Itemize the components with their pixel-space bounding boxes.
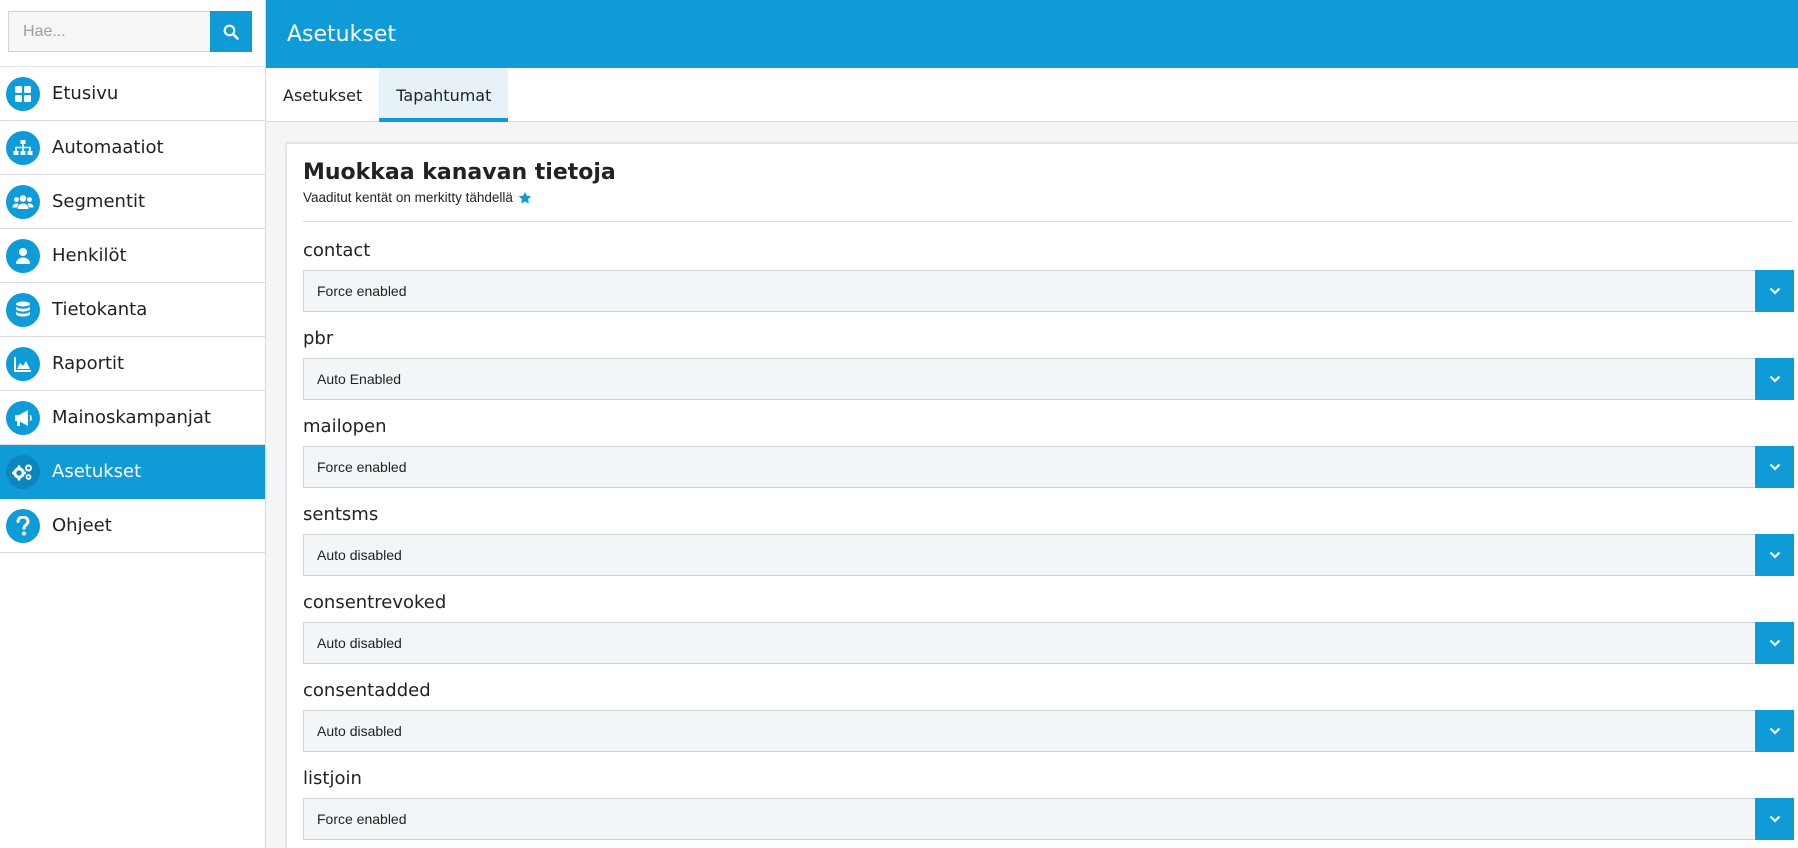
sidebar-item-label: Tietokanta xyxy=(52,299,148,320)
sidebar-item-asetukset[interactable]: Asetukset xyxy=(0,445,265,499)
select-value: Auto disabled xyxy=(317,547,402,563)
sidebar-item-henkilot[interactable]: Henkilöt xyxy=(0,229,265,283)
chevron-down-icon[interactable] xyxy=(1755,798,1794,840)
consentadded-select[interactable]: Auto disabled xyxy=(303,710,1794,752)
search-input[interactable] xyxy=(8,11,210,52)
chevron-down-icon[interactable] xyxy=(1755,622,1794,664)
sidebar-item-tietokanta[interactable]: Tietokanta xyxy=(0,283,265,337)
tab-asetukset[interactable]: Asetukset xyxy=(266,68,379,122)
sidebar-item-label: Mainoskampanjat xyxy=(52,407,211,428)
edit-channel-card: Muokkaa kanavan tietoja Vaaditut kentät … xyxy=(286,143,1798,848)
required-fields-note: Vaaditut kentät on merkitty tähdellä xyxy=(303,190,513,205)
field-label: pbr xyxy=(303,328,334,349)
sidebar-item-automaatiot[interactable]: Automaatiot xyxy=(0,121,265,175)
area-chart-icon xyxy=(6,346,40,381)
select-value: Auto disabled xyxy=(317,635,402,651)
users-icon xyxy=(6,184,40,219)
field-label: consentadded xyxy=(303,680,431,701)
chevron-down-icon[interactable] xyxy=(1755,270,1794,312)
dashboard-icon xyxy=(6,76,40,111)
form-subtitle: Vaaditut kentät on merkitty tähdellä xyxy=(303,190,1798,205)
select-value: Force enabled xyxy=(317,459,407,475)
select-value: Force enabled xyxy=(317,283,407,299)
tab-bar: Asetukset Tapahtumat xyxy=(266,68,1798,122)
search-icon xyxy=(223,24,239,40)
select-value: Auto disabled xyxy=(317,723,402,739)
database-icon xyxy=(6,292,40,327)
page-header: Asetukset xyxy=(266,0,1798,68)
chevron-down-icon[interactable] xyxy=(1755,534,1794,576)
main-content: Muokkaa kanavan tietoja Vaaditut kentät … xyxy=(266,122,1798,848)
sidebar-item-label: Raportit xyxy=(52,353,125,374)
sidebar-item-label: Asetukset xyxy=(52,461,142,482)
consentrevoked-select[interactable]: Auto disabled xyxy=(303,622,1794,664)
field-label: listjoin xyxy=(303,768,362,789)
sentsms-select[interactable]: Auto disabled xyxy=(303,534,1794,576)
tab-tapahtumat[interactable]: Tapahtumat xyxy=(379,68,509,122)
chevron-down-icon[interactable] xyxy=(1755,446,1794,488)
page-title: Asetukset xyxy=(287,21,396,47)
user-icon xyxy=(6,238,40,273)
chevron-down-icon[interactable] xyxy=(1755,710,1794,752)
field-label: contact xyxy=(303,240,371,261)
listjoin-select[interactable]: Force enabled xyxy=(303,798,1794,840)
form-title: Muokkaa kanavan tietoja xyxy=(303,160,616,185)
field-label: sentsms xyxy=(303,504,379,525)
megaphone-icon xyxy=(6,400,40,435)
sidebar-item-segmentit[interactable]: Segmentit xyxy=(0,175,265,229)
sidebar-item-label: Etusivu xyxy=(52,83,119,104)
sidebar-item-label: Henkilöt xyxy=(52,245,127,266)
sidebar-item-label: Automaatiot xyxy=(52,137,164,158)
field-label: consentrevoked xyxy=(303,592,447,613)
sidebar: Etusivu Automaatiot Segmentit Henkilöt T… xyxy=(0,0,266,848)
sidebar-item-label: Segmentit xyxy=(52,191,146,212)
field-consentadded: consentadded Auto disabled xyxy=(303,680,1798,752)
chevron-down-icon[interactable] xyxy=(1755,358,1794,400)
star-icon xyxy=(518,191,531,203)
sidebar-item-mainoskampanjat[interactable]: Mainoskampanjat xyxy=(0,391,265,445)
sidebar-item-label: Ohjeet xyxy=(52,515,112,536)
question-icon xyxy=(6,508,40,543)
field-label: mailopen xyxy=(303,416,387,437)
select-value: Force enabled xyxy=(317,811,407,827)
field-mailopen: mailopen Force enabled xyxy=(303,416,1798,488)
field-sentsms: sentsms Auto disabled xyxy=(303,504,1798,576)
search-button[interactable] xyxy=(210,11,252,52)
mailopen-select[interactable]: Force enabled xyxy=(303,446,1794,488)
field-contact: contact Force enabled xyxy=(303,240,1798,312)
sidebar-item-raportit[interactable]: Raportit xyxy=(0,337,265,391)
contact-select[interactable]: Force enabled xyxy=(303,270,1794,312)
sitemap-icon xyxy=(6,130,40,165)
pbr-select[interactable]: Auto Enabled xyxy=(303,358,1794,400)
sidebar-item-ohjeet[interactable]: Ohjeet xyxy=(0,499,265,553)
select-value: Auto Enabled xyxy=(317,371,402,387)
form-fields: contact Force enabled pbr Auto Enabled m… xyxy=(303,240,1798,840)
field-listjoin: listjoin Force enabled xyxy=(303,768,1798,840)
divider xyxy=(303,221,1793,222)
sidebar-item-etusivu[interactable]: Etusivu xyxy=(0,67,265,121)
field-pbr: pbr Auto Enabled xyxy=(303,328,1798,400)
field-consentrevoked: consentrevoked Auto disabled xyxy=(303,592,1798,664)
cogs-icon xyxy=(6,454,40,489)
search-bar xyxy=(0,0,265,67)
